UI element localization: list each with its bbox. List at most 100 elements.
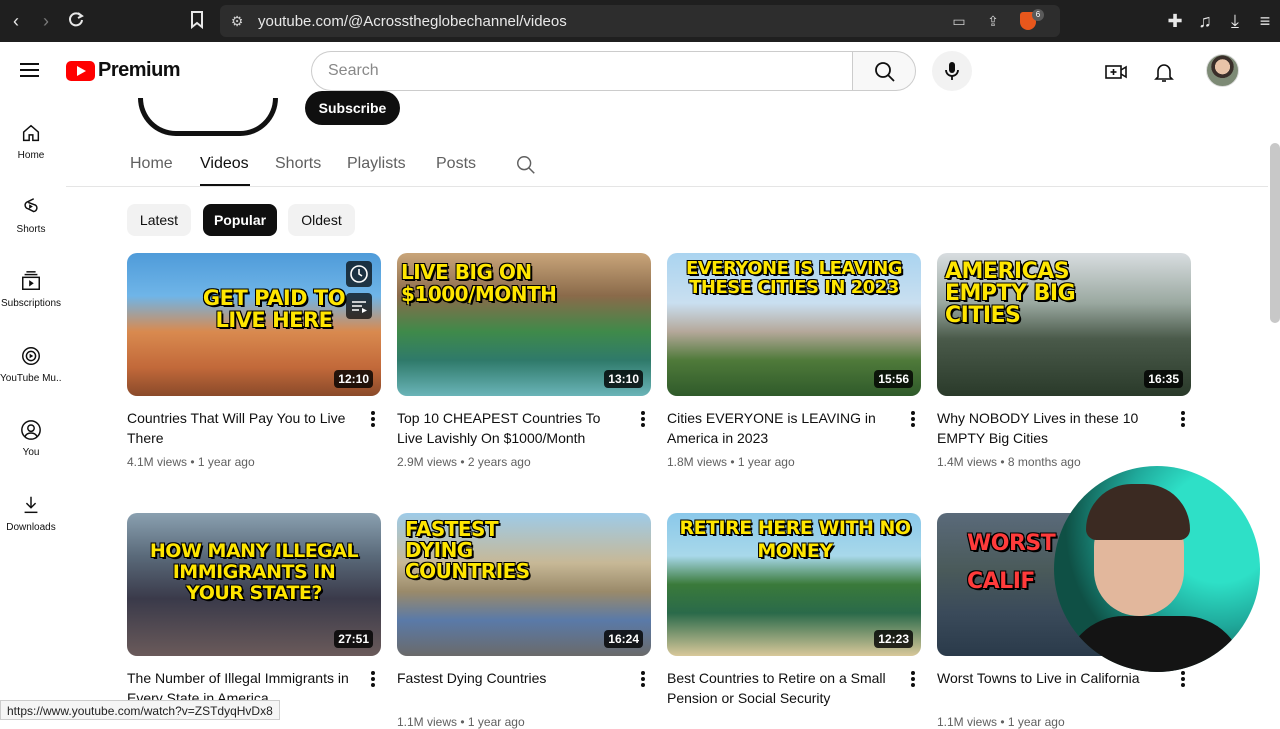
rail-item-you[interactable]: You <box>0 419 62 458</box>
video-thumbnail[interactable]: EVERYONE IS LEAVING THESE CITIES IN 2023… <box>667 253 921 396</box>
rail-label: Shorts <box>16 224 46 235</box>
more-actions-icon[interactable] <box>907 671 919 689</box>
add-to-queue-icon[interactable] <box>346 293 372 319</box>
channel-avatar[interactable] <box>138 98 278 136</box>
forward-icon[interactable]: › <box>36 11 56 31</box>
url-text: youtube.com/@Acrosstheglobechannel/video… <box>258 13 567 30</box>
logo-text[interactable]: Premium <box>98 59 181 82</box>
voice-search-button[interactable] <box>932 51 972 91</box>
share-icon[interactable]: ⇪ <box>984 12 1002 30</box>
video-thumbnail[interactable]: FASTEST DYING COUNTRIES 16:24 <box>397 513 651 656</box>
thumbnail-text: AMERICAS EMPTY BIG CITIES <box>945 259 1076 328</box>
more-actions-icon[interactable] <box>637 411 649 429</box>
video-meta: 1.1M views • 1 year ago <box>397 715 525 729</box>
search-input[interactable] <box>328 62 828 80</box>
view-count: 2.9M views <box>397 455 458 469</box>
shorts-icon <box>24 198 38 213</box>
tab-posts[interactable]: Posts <box>436 155 476 173</box>
video-thumbnail[interactable]: HOW MANY ILLEGAL IMMIGRANTS IN YOUR STAT… <box>127 513 381 656</box>
youtube-music-icon <box>22 347 40 365</box>
rail-item-shorts[interactable]: Shorts <box>0 196 62 235</box>
video-duration: 13:10 <box>604 370 643 388</box>
home-icon <box>22 124 40 142</box>
more-actions-icon[interactable] <box>367 671 379 689</box>
video-meta: 2.9M views • 2 years ago <box>397 455 531 469</box>
view-count: 1.4M views <box>937 455 998 469</box>
video-duration: 27:51 <box>334 630 373 648</box>
rail-label: Subscriptions <box>0 298 62 309</box>
search-box[interactable] <box>311 51 853 91</box>
watch-later-icon[interactable] <box>346 261 372 287</box>
rail-item-youtube-music[interactable]: YouTube Mu... <box>0 345 62 384</box>
more-actions-icon[interactable] <box>1177 411 1189 429</box>
download-icon[interactable]: ⤓ <box>1225 11 1245 31</box>
media-icon[interactable]: ♫ <box>1195 11 1215 31</box>
address-bar[interactable]: ⚙ youtube.com/@Acrosstheglobechannel/vid… <box>220 5 1060 37</box>
upload-age: 8 months ago <box>1007 455 1081 469</box>
account-avatar[interactable] <box>1206 54 1239 87</box>
video-title[interactable]: Best Countries to Retire on a Small Pens… <box>667 668 892 708</box>
chip-latest[interactable]: Latest <box>127 204 191 236</box>
video-title[interactable]: Why NOBODY Lives in these 10 EMPTY Big C… <box>937 408 1162 448</box>
video-thumbnail[interactable]: GET PAID TO LIVE HERE 12:10 <box>127 253 381 396</box>
youtube-header: Premium <box>0 42 1280 98</box>
tab-home[interactable]: Home <box>130 155 173 173</box>
more-actions-icon[interactable] <box>367 411 379 429</box>
extensions-icon[interactable]: ✚ <box>1165 11 1185 31</box>
video-title[interactable]: Cities EVERYONE is LEAVING in America in… <box>667 408 892 448</box>
more-actions-icon[interactable] <box>907 411 919 429</box>
rail-label: Home <box>17 150 45 161</box>
video-duration: 16:35 <box>1144 370 1183 388</box>
thumbnail-text: HOW MANY ILLEGAL IMMIGRANTS IN YOUR STAT… <box>149 540 359 604</box>
browser-menu-icon[interactable]: ≡ <box>1255 11 1275 31</box>
create-video-icon[interactable] <box>1104 60 1128 84</box>
cast-icon[interactable]: ▭ <box>950 12 968 30</box>
you-icon <box>21 420 41 440</box>
rail-item-subscriptions[interactable]: Subscriptions <box>0 270 62 309</box>
rail-label: Downloads <box>6 522 56 533</box>
video-meta: 1.8M views • 1 year ago <box>667 455 795 469</box>
rail-label: YouTube Mu... <box>0 373 62 384</box>
scrollbar-thumb[interactable] <box>1270 143 1280 323</box>
bookmark-icon[interactable] <box>187 11 207 31</box>
youtube-logo-icon[interactable] <box>66 61 95 81</box>
video-thumbnail[interactable]: RETIRE HERE WITH NO MONEY 12:23 <box>667 513 921 656</box>
subscriptions-icon <box>22 271 40 290</box>
back-icon[interactable]: ‹ <box>6 11 26 31</box>
video-thumbnail[interactable]: LIVE BIG ON $1000/MONTH 13:10 <box>397 253 651 396</box>
reload-icon[interactable] <box>66 11 86 31</box>
channel-search-icon[interactable] <box>515 154 537 176</box>
chip-oldest[interactable]: Oldest <box>288 204 355 236</box>
site-info-icon[interactable]: ⚙ <box>228 12 246 30</box>
video-duration: 12:23 <box>874 630 913 648</box>
subscribe-button[interactable]: Subscribe <box>305 91 400 125</box>
webcam-overlay <box>1054 466 1260 672</box>
tab-videos[interactable]: Videos <box>200 155 249 173</box>
video-title[interactable]: Top 10 CHEAPEST Countries To Live Lavish… <box>397 408 622 448</box>
extension-badge: 6 <box>1032 9 1044 21</box>
video-duration: 12:10 <box>334 370 373 388</box>
notifications-bell-icon[interactable] <box>1152 60 1176 84</box>
browser-toolbar: ‹ › ⚙ youtube.com/@Acrosstheglobechannel… <box>0 0 1280 42</box>
video-title[interactable]: Fastest Dying Countries <box>397 668 622 688</box>
video-meta: 1.4M views • 8 months ago <box>937 455 1081 469</box>
tab-shorts[interactable]: Shorts <box>275 155 321 173</box>
hamburger-menu-icon[interactable] <box>20 63 39 77</box>
rail-item-downloads[interactable]: Downloads <box>0 494 62 533</box>
tab-playlists[interactable]: Playlists <box>347 155 406 173</box>
more-actions-icon[interactable] <box>637 671 649 689</box>
view-count: 4.1M views <box>127 455 188 469</box>
rail-item-home[interactable]: Home <box>0 122 62 161</box>
more-actions-icon[interactable] <box>1177 671 1189 689</box>
upload-age: 1 year ago <box>1007 715 1065 729</box>
thumbnail-text: GET PAID TO LIVE HERE <box>202 286 346 332</box>
left-rail: Home Shorts Subscriptions YouTube Mu... … <box>0 98 62 720</box>
thumbnail-text: RETIRE HERE WITH NO MONEY <box>679 517 911 562</box>
search-button[interactable] <box>852 51 916 91</box>
video-meta: 1.1M views • 1 year ago <box>937 715 1065 729</box>
video-duration: 16:24 <box>604 630 643 648</box>
video-title[interactable]: Countries That Will Pay You to Live Ther… <box>127 408 352 448</box>
chip-popular[interactable]: Popular <box>203 204 277 236</box>
upload-age: 1 year ago <box>737 455 795 469</box>
video-thumbnail[interactable]: AMERICAS EMPTY BIG CITIES 16:35 <box>937 253 1191 396</box>
